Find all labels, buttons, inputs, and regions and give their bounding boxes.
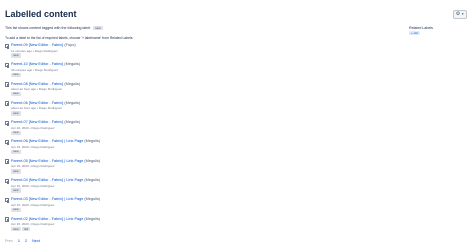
list-item: Parent-08 [New Editor - Fabric] (Megulls…	[5, 82, 305, 101]
label-chip[interactable]: new	[11, 188, 21, 193]
result-meta: 11 minutes ago • Diego Rodriguez	[11, 48, 58, 53]
page-icon	[5, 139, 9, 145]
pager-page-1: 1	[17, 239, 20, 243]
page-icon	[5, 197, 9, 203]
result-list: Parent-09 [New Editor - Fabric] (Fopo) 11…	[5, 43, 305, 236]
result-space-name: (Megulls)	[84, 158, 101, 163]
gear-icon: ⚙	[455, 11, 461, 17]
list-item: Parent-07 [New Editor - Fabric] (Megulls…	[5, 120, 305, 139]
label-chip[interactable]: new	[11, 53, 21, 58]
intro-instruction: To add a label to the list of required l…	[5, 36, 134, 40]
result-title-line: Parent-07 [New Editor - Fabric] (Megulls…	[11, 120, 80, 125]
pagination: Prev 1 2 Next	[5, 239, 40, 243]
page-title: Labelled content	[5, 9, 77, 19]
result-title-link[interactable]: Parent-10 [New Editor - Fabric]	[11, 62, 63, 66]
label-chip[interactable]: new	[11, 169, 21, 174]
label-chip[interactable]: new	[11, 111, 21, 116]
result-labels: new	[11, 169, 21, 174]
pager-page-2[interactable]: 2	[25, 239, 27, 243]
result-title-line: Parent-04 [New Editor - Fabric] | Link P…	[11, 178, 100, 183]
result-labels: new	[11, 111, 21, 116]
result-title-line: Parent-09 [New Editor - Fabric] (Fopo)	[11, 43, 76, 48]
page-icon	[5, 178, 9, 184]
page-icon	[5, 101, 9, 106]
result-space-name: (Megulls)	[84, 197, 101, 202]
pager-prev: Prev	[5, 239, 13, 243]
pager-next[interactable]: Next	[32, 239, 40, 243]
result-meta: about an hour ago • Diego Rodriguez	[11, 106, 62, 111]
result-title-line: Parent-05 [New Editor - Fabric] | Link P…	[11, 159, 100, 164]
result-title-link[interactable]: Parent-06 [New Editor - Fabric] | Link P…	[11, 139, 83, 143]
page-icon	[5, 120, 9, 126]
result-space-name: (Megulls)	[84, 139, 101, 144]
result-space-name: (Megulls)	[84, 216, 101, 221]
result-meta: Apr 15, 2020 • Diego Rodriguez	[11, 222, 55, 227]
settings-button[interactable]: ⚙ ▼	[453, 10, 467, 19]
result-title-line: Parent-10 [New Editor - Fabric] (Megulls…	[11, 62, 80, 67]
result-meta: Apr 15, 2020 • Diego Rodriguez	[11, 164, 55, 169]
result-title-link[interactable]: Parent-08 [New Editor - Fabric]	[11, 82, 63, 86]
list-item: Parent-03 [New Editor - Fabric] | Link P…	[5, 197, 305, 216]
page-icon	[5, 62, 9, 68]
result-title-line: Parent-06 [New Editor - Fabric] (Megulls…	[11, 101, 80, 106]
result-space-name: (Megulls)	[64, 100, 81, 105]
result-space-name: (Megulls)	[64, 62, 81, 67]
list-item: Parent-02 [New Editor - Fabric] | Link P…	[5, 217, 305, 236]
label-chip[interactable]: new	[11, 92, 21, 97]
list-item: Parent-09 [New Editor - Fabric] (Fopo) 11…	[5, 43, 305, 62]
result-labels: new old	[11, 227, 31, 232]
list-item: Parent-05 [New Editor - Fabric] | Link P…	[5, 159, 305, 178]
result-title-link[interactable]: Parent-04 [New Editor - Fabric] | Link P…	[11, 178, 83, 182]
result-labels: new	[11, 150, 21, 155]
result-space-name: (Megulls)	[64, 120, 81, 125]
label-chip[interactable]: new	[11, 207, 21, 213]
result-title-line: Parent-02 [New Editor - Fabric] | Link P…	[11, 217, 100, 222]
result-title-link[interactable]: Parent-06 [New Editor - Fabric]	[11, 101, 63, 105]
result-space-name: (Megulls)	[84, 178, 101, 183]
label-chip[interactable]: new	[11, 227, 21, 232]
result-title-link[interactable]: Parent-03 [New Editor - Fabric] | Link P…	[11, 197, 83, 201]
result-title-line: Parent-03 [New Editor - Fabric] | Link P…	[11, 197, 100, 202]
label-chip[interactable]: new	[11, 130, 21, 135]
result-labels: new	[11, 53, 21, 58]
page-icon	[5, 43, 9, 48]
related-labels-title: Related Labels	[409, 26, 433, 30]
label-chip[interactable]: old	[22, 227, 31, 232]
page-icon	[5, 82, 9, 87]
result-title-line: Parent-08 [New Editor - Fabric] (Megulls…	[11, 82, 80, 87]
result-labels: new	[11, 188, 21, 193]
list-item: Parent-04 [New Editor - Fabric] | Link P…	[5, 178, 305, 197]
page-icon	[5, 159, 9, 164]
related-label-old[interactable]: + old	[409, 31, 420, 36]
chevron-down-icon: ▼	[461, 12, 465, 16]
list-item: Parent-06 [New Editor - Fabric] (Megulls…	[5, 101, 305, 120]
list-item: Parent-06 [New Editor - Fabric] | Link P…	[5, 139, 305, 158]
page-icon	[5, 217, 9, 222]
filter-label-chip[interactable]: new	[93, 26, 103, 31]
result-labels: new	[11, 207, 21, 213]
related-labels: Related Labels + old	[409, 26, 433, 36]
label-chip[interactable]: new	[11, 72, 21, 78]
result-title-link[interactable]: Parent-09 [New Editor - Fabric]	[11, 43, 63, 47]
result-title-link[interactable]: Parent-02 [New Editor - Fabric] | Link P…	[11, 217, 83, 221]
result-space-name: (Megulls)	[64, 81, 81, 86]
result-labels: new	[11, 130, 21, 135]
result-labels: new	[11, 72, 21, 78]
result-space-name: (Fopo)	[64, 43, 76, 47]
intro-label-text: This list shows content tagged with the …	[5, 26, 92, 31]
label-chip[interactable]: new	[11, 150, 21, 155]
result-title-link[interactable]: Parent-07 [New Editor - Fabric]	[11, 120, 63, 124]
result-title-line: Parent-06 [New Editor - Fabric] | Link P…	[11, 139, 100, 144]
intro-text: This list shows content tagged with the …	[5, 26, 103, 31]
result-labels: new	[11, 92, 21, 97]
list-item: Parent-10 [New Editor - Fabric] (Megulls…	[5, 62, 305, 81]
result-title-link[interactable]: Parent-05 [New Editor - Fabric] | Link P…	[11, 159, 83, 163]
